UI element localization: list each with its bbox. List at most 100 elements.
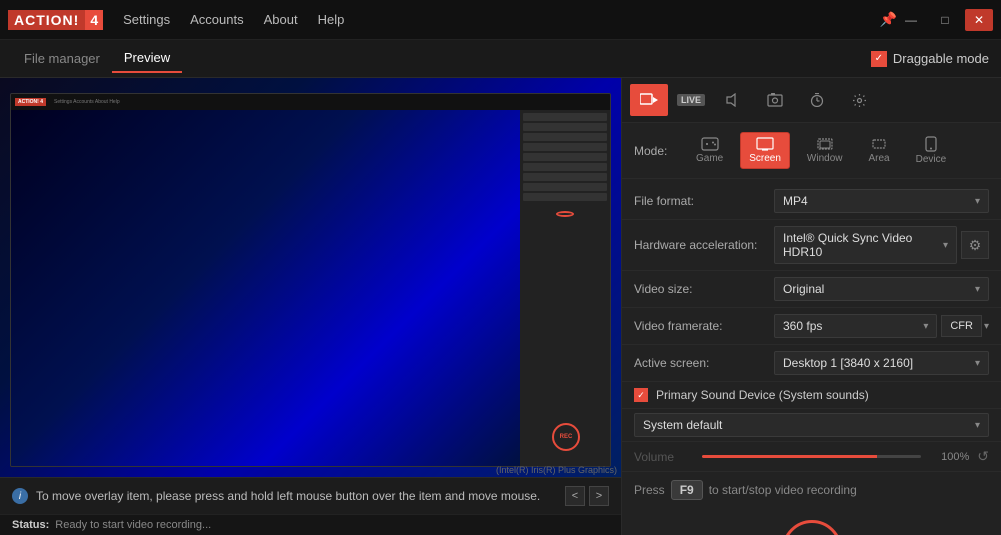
preview-video: ACTION! 4 Settings Accounts About Help xyxy=(0,78,621,477)
draggable-mode-label: Draggable mode xyxy=(893,51,989,66)
titlebar: ACTION! 4 Settings Accounts About Help 📌… xyxy=(0,0,1001,40)
info-icon: i xyxy=(12,488,28,504)
video-size-dropdown[interactable]: Original ▾ xyxy=(774,277,989,301)
settings-area: File format: MP4 ▾ Hardware acceleration… xyxy=(622,179,1001,535)
mode-area-btn[interactable]: Area xyxy=(860,132,899,169)
quick-tip: i To move overlay item, please press and… xyxy=(0,477,621,514)
preview-inner-content xyxy=(11,110,610,466)
timer-icon-btn[interactable] xyxy=(798,84,836,116)
tab-preview[interactable]: Preview xyxy=(112,44,182,73)
live-badge: LIVE xyxy=(677,94,705,106)
preview-row-6 xyxy=(523,163,607,171)
draggable-mode-control: ✓ Draggable mode xyxy=(871,51,989,67)
video-framerate-chevron: ▾ xyxy=(923,321,928,332)
preview-inner-logo: ACTION! 4 xyxy=(15,98,46,106)
menu-settings[interactable]: Settings xyxy=(123,12,170,27)
hw-accel-dropdown[interactable]: Intel® Quick Sync Video HDR10 ▾ xyxy=(774,226,957,264)
minimize-button[interactable]: — xyxy=(897,9,925,31)
logo-text: ACTION! xyxy=(8,10,85,30)
system-default-dropdown[interactable]: System default ▾ xyxy=(634,413,989,437)
preview-row-1 xyxy=(523,113,607,121)
close-button[interactable]: ✕ xyxy=(965,9,993,31)
rec-button[interactable]: REC xyxy=(782,520,842,535)
hw-accel-value: Intel® Quick Sync Video HDR10 xyxy=(783,231,943,259)
hw-accel-row: Hardware acceleration: Intel® Quick Sync… xyxy=(622,220,1001,271)
preview-row-4 xyxy=(523,143,607,151)
screenshot-icon-btn[interactable] xyxy=(756,84,794,116)
live-icon-btn[interactable]: LIVE xyxy=(672,84,710,116)
app-logo: ACTION! 4 xyxy=(8,10,103,30)
tip-nav: < > xyxy=(565,486,609,506)
video-size-value: Original xyxy=(783,282,824,296)
preview-inner-right xyxy=(520,110,610,466)
mode-window-label: Window xyxy=(807,153,843,164)
file-format-chevron: ▾ xyxy=(975,196,980,207)
hw-accel-gear-btn[interactable]: ⚙ xyxy=(961,231,989,259)
gpu-label: (Intel(R) Iris(R) Plus Graphics) xyxy=(496,465,617,475)
preview-row-8 xyxy=(523,183,607,191)
mode-game-label: Game xyxy=(696,153,723,164)
main-content: ACTION! 4 Settings Accounts About Help xyxy=(0,78,1001,535)
file-format-row: File format: MP4 ▾ xyxy=(622,183,1001,220)
logo-4: 4 xyxy=(85,10,103,30)
draggable-mode-checkbox[interactable]: ✓ xyxy=(871,51,887,67)
preview-outer: ACTION! 4 Settings Accounts About Help xyxy=(0,78,621,535)
system-default-row: System default ▾ xyxy=(622,409,1001,442)
volume-slider[interactable] xyxy=(702,455,921,458)
cfr-chevron: ▾ xyxy=(984,321,989,332)
preview-row-9 xyxy=(523,193,607,201)
hw-accel-label: Hardware acceleration: xyxy=(634,238,774,252)
audio-icon-btn[interactable] xyxy=(714,84,752,116)
rec-area: REC xyxy=(622,508,1001,535)
video-framerate-dropdown[interactable]: 360 fps ▾ xyxy=(774,314,937,338)
preview-row-10 xyxy=(556,211,574,217)
volume-row: Volume 100% ↺ xyxy=(622,442,1001,472)
preview-area: ACTION! 4 Settings Accounts About Help xyxy=(0,78,621,514)
cfr-button[interactable]: CFR xyxy=(941,315,982,337)
active-screen-label: Active screen: xyxy=(634,356,774,370)
preview-row-2 xyxy=(523,123,607,131)
active-screen-chevron: ▾ xyxy=(975,358,980,369)
mode-device-label: Device xyxy=(916,154,947,165)
settings-icon-btn[interactable] xyxy=(840,84,878,116)
video-framerate-value: 360 fps xyxy=(783,319,822,333)
menu-accounts[interactable]: Accounts xyxy=(190,12,243,27)
active-screen-row: Active screen: Desktop 1 [3840 x 2160] ▾ xyxy=(622,345,1001,382)
status-bar: Status: Ready to start video recording..… xyxy=(0,514,621,535)
video-size-row: Video size: Original ▾ xyxy=(622,271,1001,308)
system-default-value: System default xyxy=(643,418,722,432)
video-size-chevron: ▾ xyxy=(975,284,980,295)
video-framerate-label: Video framerate: xyxy=(634,319,774,333)
pin-icon[interactable]: 📌 xyxy=(880,11,897,28)
mode-screen-label: Screen xyxy=(749,153,781,164)
preview-inner-menu: Settings Accounts About Help xyxy=(54,99,120,105)
tip-prev-button[interactable]: < xyxy=(565,486,585,506)
menu-help[interactable]: Help xyxy=(318,12,345,27)
active-screen-dropdown[interactable]: Desktop 1 [3840 x 2160] ▾ xyxy=(774,351,989,375)
mode-window-btn[interactable]: Window xyxy=(798,132,852,169)
mode-game-btn[interactable]: Game xyxy=(687,132,732,169)
window-controls: — □ ✕ xyxy=(897,9,993,31)
preview-inner-main xyxy=(11,110,520,466)
tip-next-button[interactable]: > xyxy=(589,486,609,506)
mode-device-btn[interactable]: Device xyxy=(907,131,956,170)
preview-row-7 xyxy=(523,173,607,181)
mode-area-label: Area xyxy=(869,153,890,164)
volume-reset-button[interactable]: ↺ xyxy=(977,448,989,465)
video-size-label: Video size: xyxy=(634,282,774,296)
menu-about[interactable]: About xyxy=(264,12,298,27)
preview-row-5 xyxy=(523,153,607,161)
tab-file-manager[interactable]: File manager xyxy=(12,45,112,72)
file-format-value: MP4 xyxy=(783,194,808,208)
maximize-button[interactable]: □ xyxy=(931,9,959,31)
mode-row: Mode: Game Screen Window Area Device xyxy=(622,123,1001,179)
status-label: Status: xyxy=(12,519,49,531)
press-hint-prefix: Press xyxy=(634,483,665,497)
record-mode-icon-btn[interactable] xyxy=(630,84,668,116)
right-panel: LIVE Mode: Game Screen xyxy=(621,78,1001,535)
primary-sound-checkbox[interactable]: ✓ xyxy=(634,388,648,402)
preview-inner-titlebar: ACTION! 4 Settings Accounts About Help xyxy=(11,94,610,110)
file-format-dropdown[interactable]: MP4 ▾ xyxy=(774,189,989,213)
file-format-label: File format: xyxy=(634,194,774,208)
mode-screen-btn[interactable]: Screen xyxy=(740,132,790,169)
